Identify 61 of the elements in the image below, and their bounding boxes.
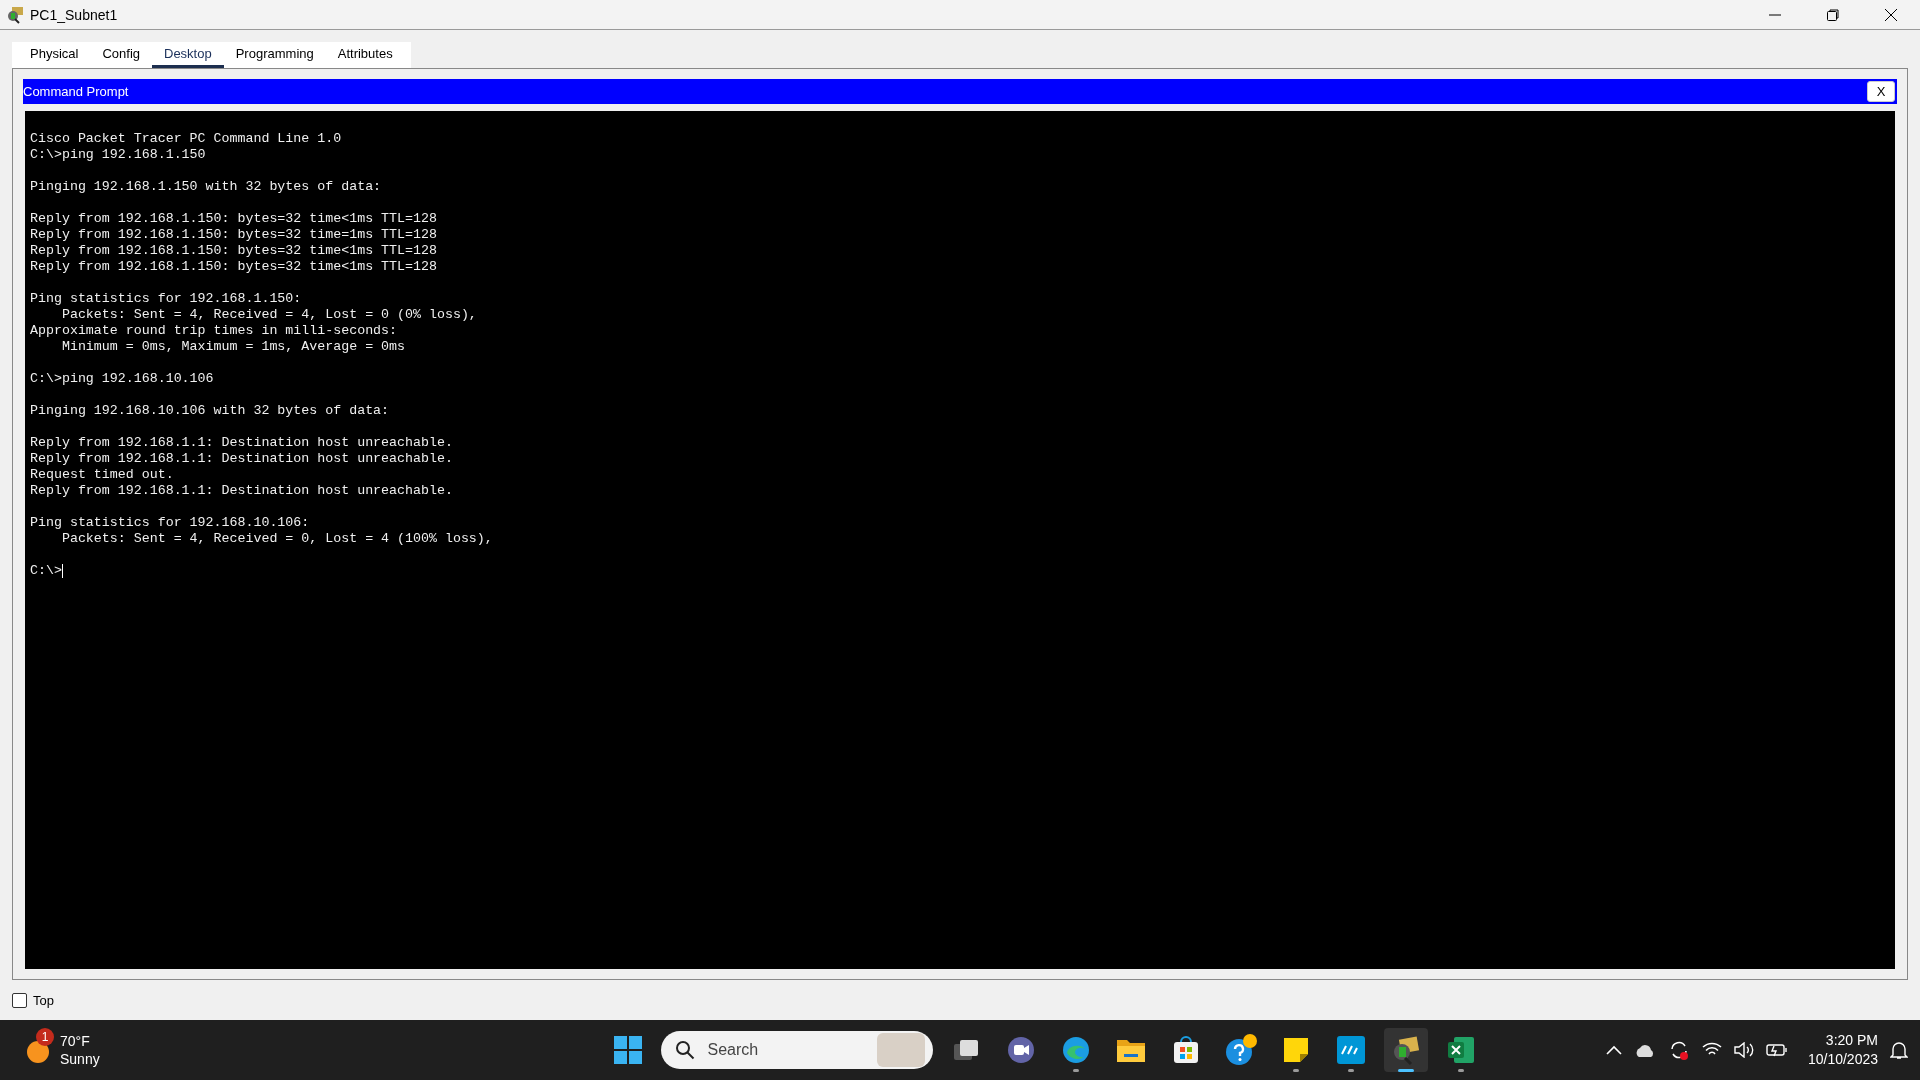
image-placeholder: [877, 1033, 926, 1067]
terminal-line: Request timed out.: [30, 467, 175, 483]
restore-icon: [1827, 8, 1839, 21]
terminal-line: Reply from 192.168.1.150: bytes=32 time=1ms TTL=128: [30, 227, 438, 243]
terminal-line: Packets: Sent = 4, Received = 0, Lost = 4 (100% loss),: [60, 531, 494, 547]
speaker-icon[interactable]: [1733, 1042, 1754, 1058]
video-chat-icon: [1006, 1035, 1037, 1065]
terminal-line: Approximate round trip times in milli-seconds:: [30, 323, 399, 339]
envelope-magnifier-icon: [6, 5, 24, 24]
terminal-line: Reply from 192.168.1.1: Destination host unreachable.: [30, 435, 454, 451]
shopping-bag-icon: [1172, 1035, 1201, 1065]
tab[interactable]: Attributes: [325, 42, 405, 68]
browser-icon: [1061, 1035, 1092, 1065]
battery-icon[interactable]: [1765, 1043, 1788, 1057]
tab[interactable]: Programming: [223, 42, 326, 68]
running-indicator: [1458, 1069, 1465, 1072]
terminal-line: C:\>ping 192.168.1.150: [30, 147, 207, 163]
help-icon: [1224, 1033, 1259, 1067]
spreadsheet-icon: [1446, 1035, 1477, 1065]
search-icon: [675, 1040, 696, 1060]
app-tile-icon: [1336, 1035, 1367, 1065]
tab[interactable]: Desktop: [152, 42, 224, 68]
caret-up-icon[interactable]: [1605, 1045, 1622, 1055]
running-indicator: [1398, 1069, 1415, 1072]
window-title: PC1_Subnet1: [30, 6, 119, 23]
close-button[interactable]: X: [1867, 81, 1895, 102]
temperature: 70°F: [60, 1032, 91, 1050]
terminal-line: Ping statistics for 192.168.10.106:: [30, 515, 311, 531]
notification-badge: 1: [36, 1028, 54, 1046]
tab[interactable]: Physical: [18, 42, 91, 68]
clock-date[interactable]: 10/10/2023: [1807, 1050, 1878, 1069]
terminal-line: Pinging 192.168.10.106 with 32 bytes of data:: [30, 403, 391, 419]
close-icon: [1884, 7, 1898, 22]
running-indicator: [1073, 1069, 1080, 1072]
taskbar-app-button[interactable]: [1384, 1028, 1429, 1072]
terminal-line: Reply from 192.168.1.150: bytes=32 time<1ms TTL=128: [30, 243, 438, 259]
terminal-line: Cisco Packet Tracer PC Command Line 1.0: [30, 131, 343, 147]
checkbox[interactable]: [12, 992, 27, 1008]
terminal-line: Packets: Sent = 4, Received = 4, Lost = 0 (0% loss),: [60, 307, 478, 323]
running-indicator: [1348, 1069, 1355, 1072]
clock-time[interactable]: 3:20 PM: [1825, 1031, 1878, 1050]
tab[interactable]: Config: [90, 42, 152, 68]
text-cursor: [61, 564, 63, 578]
search-input[interactable]: Search: [705, 1040, 868, 1060]
search-field[interactable]: Search: [661, 1031, 934, 1069]
terminal-line: Reply from 192.168.1.150: bytes=32 time<1ms TTL=128: [30, 211, 438, 227]
app-title: Command Prompt: [23, 84, 129, 99]
terminal-line: Reply from 192.168.1.1: Destination host unreachable.: [30, 483, 454, 499]
terminal-line: Minimum = 0ms, Maximum = 1ms, Average = 0ms: [60, 339, 407, 355]
terminal-line: Pinging 192.168.1.150 with 32 bytes of data:: [30, 179, 383, 195]
terminal-line: C:\>ping 192.168.10.106: [30, 371, 215, 387]
task-view-icon: [952, 1038, 981, 1062]
terminal-line: Reply from 192.168.1.150: bytes=32 time<1ms TTL=128: [30, 259, 438, 275]
running-indicator: [1293, 1069, 1300, 1072]
terminal-prompt: C:\>: [30, 563, 62, 579]
checkbox-label: Top: [33, 992, 54, 1008]
sticky-note-icon: [1282, 1036, 1311, 1064]
bell-icon[interactable]: [1890, 1040, 1908, 1060]
weather-condition: Sunny: [60, 1050, 100, 1068]
terminal-line: Reply from 192.168.1.1: Destination host unreachable.: [30, 451, 454, 467]
terminal-line: Ping statistics for 192.168.1.150:: [30, 291, 303, 307]
